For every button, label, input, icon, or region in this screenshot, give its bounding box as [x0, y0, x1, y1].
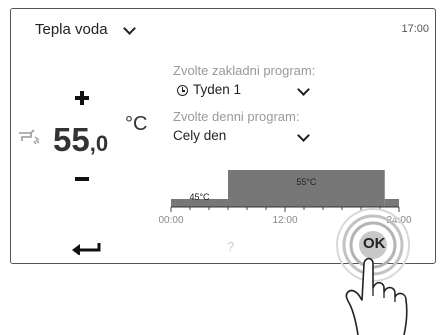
base-program-value[interactable]: Tyden 1: [193, 82, 241, 97]
chart-tick-label: 12:00: [272, 215, 297, 226]
temperature-unit: °C: [125, 113, 148, 135]
water-tap-icon: [19, 129, 40, 145]
chart-segment-label: 55°C: [296, 177, 317, 187]
plus-icon[interactable]: [75, 91, 89, 105]
back-arrow-icon[interactable]: [71, 241, 101, 255]
temperature-display: 55,0 °C: [53, 113, 147, 159]
daily-program-value[interactable]: Cely den: [173, 128, 226, 143]
minus-icon[interactable]: [75, 177, 89, 181]
help-icon[interactable]: ?: [227, 239, 234, 254]
daily-program-label: Zvolte denni program:: [173, 109, 300, 124]
temperature-integer: 55: [53, 121, 90, 158]
chart-tick-label: 00:00: [159, 215, 184, 226]
chevron-down-icon[interactable]: [297, 83, 310, 96]
chart-segment: [228, 170, 385, 207]
clock-time: 17:00: [401, 23, 429, 35]
chevron-down-icon[interactable]: [123, 22, 136, 35]
chart-segment: [384, 199, 399, 207]
temperature-decimal: ,0: [89, 131, 109, 156]
page-title: Tepla voda: [35, 21, 108, 38]
chart-segment-label: 45°C: [189, 192, 210, 202]
hand-pointer-icon: [345, 257, 408, 335]
clock-icon: [177, 85, 188, 96]
base-program-label: Zvolte zakladni program:: [173, 63, 316, 78]
chevron-down-icon[interactable]: [297, 129, 310, 142]
